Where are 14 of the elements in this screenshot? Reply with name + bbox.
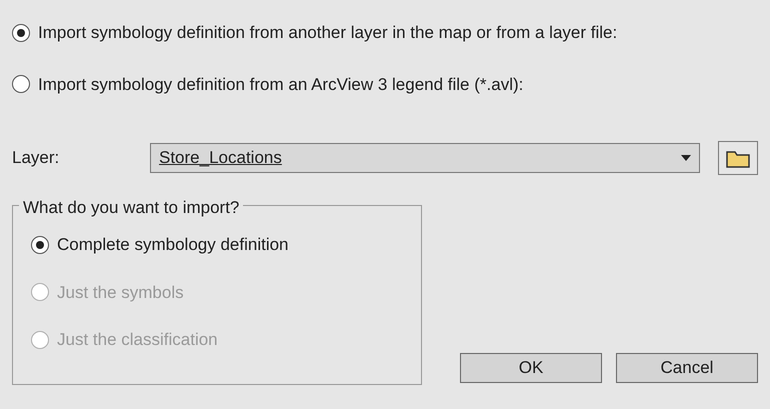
dialog-button[interactable]: OK [460,353,602,383]
radio-button[interactable] [31,236,49,254]
radio-button[interactable] [12,75,30,94]
radio-button[interactable] [12,24,30,42]
layer-dropdown[interactable]: Store_Locations [150,143,700,173]
option-label: Import symbology definition from an ArcView 3 legend file (*.avl): [38,74,524,96]
dialog-button[interactable]: Cancel [616,353,758,383]
option-label: Just the symbols [57,282,184,304]
option-label: Complete symbology definition [57,234,289,256]
option-label: Import symbology definition from another layer in the map or from a layer file: [38,22,618,44]
option-label: Just the classification [57,329,218,351]
layer-label: Layer: [12,147,60,170]
caret-icon [681,155,691,161]
browse-button[interactable] [718,141,758,175]
